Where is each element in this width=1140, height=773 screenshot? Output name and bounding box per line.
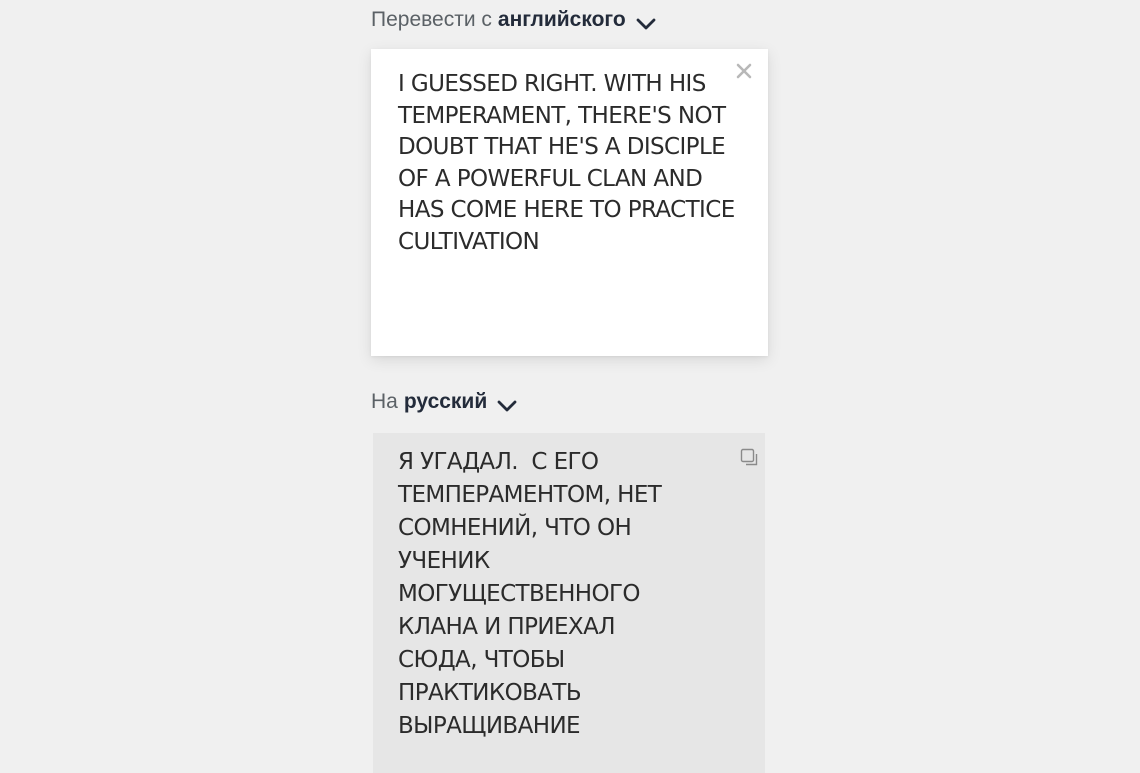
source-text-input[interactable]: I GUESSED RIGHT. WITH HIS TEMPERAMENT, T…: [398, 69, 748, 258]
translation-output-panel: Я УГАДАЛ. С ЕГО ТЕМПЕРАМЕНТОМ, НЕТ СОМНЕ…: [373, 433, 765, 773]
close-icon: [734, 63, 754, 85]
target-language-prefix: На: [371, 390, 398, 413]
source-language-selector[interactable]: Перевести с английского: [371, 5, 656, 35]
target-language-name: русский: [403, 390, 488, 413]
source-language-prefix: Перевести с: [371, 8, 492, 31]
chevron-down-icon: [497, 395, 517, 412]
copy-icon: [739, 448, 761, 473]
target-language-selector[interactable]: На русский: [371, 387, 517, 417]
source-text-panel[interactable]: I GUESSED RIGHT. WITH HIS TEMPERAMENT, T…: [371, 49, 768, 356]
source-language-name: английского: [497, 8, 626, 31]
chevron-down-icon: [636, 13, 656, 30]
copy-button[interactable]: [739, 447, 761, 469]
clear-button[interactable]: [734, 61, 754, 81]
translation-output-text: Я УГАДАЛ. С ЕГО ТЕМПЕРАМЕНТОМ, НЕТ СОМНЕ…: [398, 449, 662, 739]
